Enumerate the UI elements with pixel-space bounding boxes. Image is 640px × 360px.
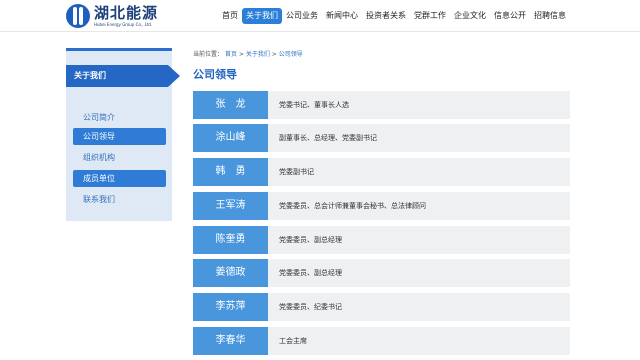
leader-row: 王军涛 党委委员、总会计师兼董事会秘书、总法律顾问 bbox=[193, 192, 570, 220]
nav-news[interactable]: 新闻中心 bbox=[322, 8, 362, 24]
sidebar-item-organization[interactable]: 组织机构 bbox=[73, 149, 166, 166]
nav-about[interactable]: 关于我们 bbox=[242, 8, 282, 24]
sidebar-item-contact[interactable]: 联系我们 bbox=[73, 191, 166, 208]
nav-recruitment[interactable]: 招聘信息 bbox=[530, 8, 570, 24]
leader-row: 李苏萍 党委委员、纪委书记 bbox=[193, 293, 570, 321]
nav-investor[interactable]: 投资者关系 bbox=[362, 8, 410, 24]
leader-position: 党委委员、副总经理 bbox=[268, 226, 570, 254]
leader-name[interactable]: 王军涛 bbox=[193, 192, 268, 220]
sidebar-item-member-units[interactable]: 成员单位 bbox=[73, 170, 166, 187]
breadcrumb-prefix: 当前位置： bbox=[193, 51, 224, 58]
leader-row: 涂山峰 副董事长、总经理、党委副书记 bbox=[193, 124, 570, 152]
leader-row: 韩 勇 党委副书记 bbox=[193, 158, 570, 186]
leader-name[interactable]: 张 龙 bbox=[193, 91, 268, 119]
leader-row: 陈奎勇 党委委员、副总经理 bbox=[193, 226, 570, 254]
breadcrumb: 当前位置： 首页 > 关于我们 > 公司领导 bbox=[193, 49, 303, 58]
leader-position: 党委委员、总会计师兼董事会秘书、总法律顾问 bbox=[268, 192, 570, 220]
page-title: 公司领导 bbox=[193, 68, 237, 81]
nav-disclosure[interactable]: 信息公开 bbox=[490, 8, 530, 24]
leader-position: 副董事长、总经理、党委副书记 bbox=[268, 124, 570, 152]
leader-position: 党委委员、副总经理 bbox=[268, 259, 570, 287]
sidebar: 关于我们 公司简介 公司领导 组织机构 成员单位 联系我们 bbox=[66, 48, 180, 221]
main-nav: 首页 关于我们 公司业务 新闻中心 投资者关系 党群工作 企业文化 信息公开 招… bbox=[218, 7, 570, 25]
leader-name[interactable]: 韩 勇 bbox=[193, 158, 268, 186]
leader-name[interactable]: 涂山峰 bbox=[193, 124, 268, 152]
nav-home[interactable]: 首页 bbox=[218, 8, 242, 24]
breadcrumb-separator: > bbox=[238, 51, 246, 58]
logo-text: 湖北能源 Hubei Energy Group Co., Ltd. bbox=[94, 3, 159, 28]
nav-party[interactable]: 党群工作 bbox=[410, 8, 450, 24]
nav-business[interactable]: 公司业务 bbox=[282, 8, 322, 24]
site-header: 湖北能源 Hubei Energy Group Co., Ltd. 首页 关于我… bbox=[0, 0, 640, 32]
leader-row: 张 龙 党委书记、董事长人选 bbox=[193, 91, 570, 119]
logo-en: Hubei Energy Group Co., Ltd. bbox=[94, 21, 153, 27]
breadcrumb-separator: > bbox=[271, 51, 279, 58]
leader-position: 工会主席 bbox=[268, 327, 570, 355]
breadcrumb-home[interactable]: 首页 bbox=[225, 51, 237, 58]
site-logo[interactable]: 湖北能源 Hubei Energy Group Co., Ltd. bbox=[66, 3, 158, 29]
breadcrumb-about[interactable]: 关于我们 bbox=[246, 51, 270, 58]
sidebar-item-company-profile[interactable]: 公司简介 bbox=[73, 109, 166, 126]
leader-name[interactable]: 李春华 bbox=[193, 327, 268, 355]
nav-culture[interactable]: 企业文化 bbox=[450, 8, 490, 24]
leader-position: 党委书记、董事长人选 bbox=[268, 91, 570, 119]
leader-position: 党委委员、纪委书记 bbox=[268, 293, 570, 321]
leader-row: 李春华 工会主席 bbox=[193, 327, 570, 355]
sidebar-title: 关于我们 bbox=[66, 65, 180, 87]
leader-name[interactable]: 李苏萍 bbox=[193, 293, 268, 321]
leader-name[interactable]: 姜德政 bbox=[193, 259, 268, 287]
logo-emblem-icon bbox=[66, 4, 90, 28]
leader-name[interactable]: 陈奎勇 bbox=[193, 226, 268, 254]
leader-row: 姜德政 党委委员、副总经理 bbox=[193, 259, 570, 287]
logo-cn: 湖北能源 bbox=[94, 3, 159, 22]
leader-position: 党委副书记 bbox=[268, 158, 570, 186]
sidebar-item-leadership[interactable]: 公司领导 bbox=[73, 128, 166, 145]
breadcrumb-leadership[interactable]: 公司领导 bbox=[279, 51, 303, 58]
